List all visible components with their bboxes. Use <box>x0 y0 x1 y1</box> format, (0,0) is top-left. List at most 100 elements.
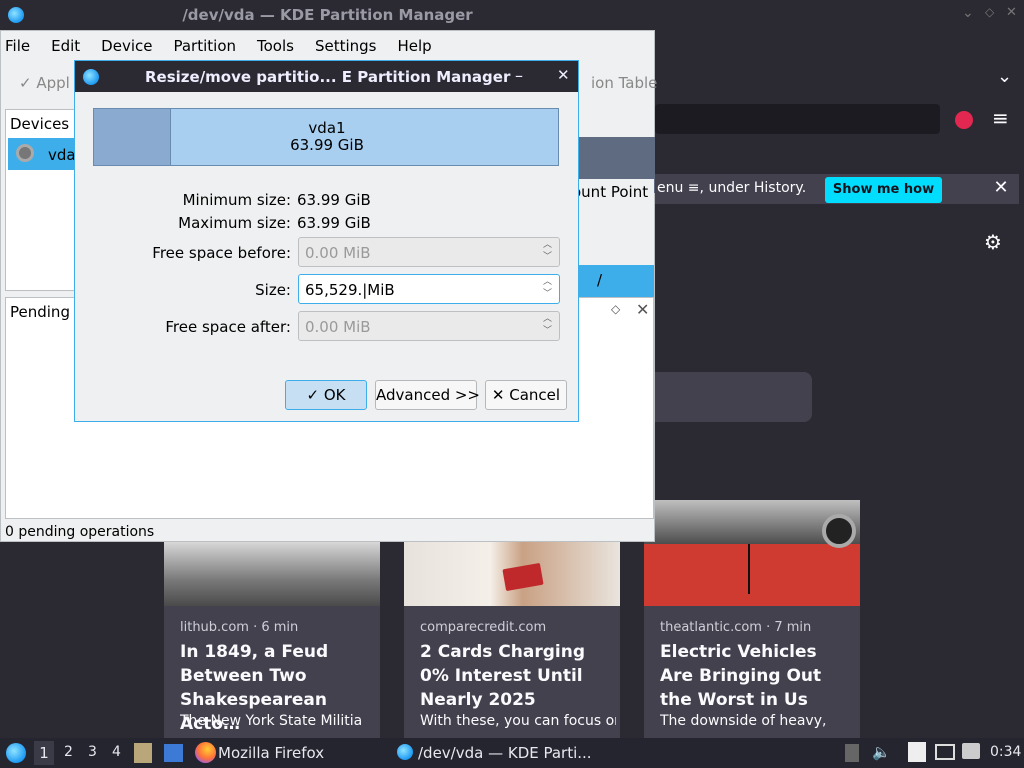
partition-size: 63.99 GiB <box>290 136 364 154</box>
story-card[interactable]: lithub.com · 6 min In 1849, a Feud Betwe… <box>164 540 380 740</box>
firefox-icon[interactable] <box>195 742 216 763</box>
hard-disk-icon <box>16 144 34 162</box>
desktop-2-button[interactable]: 2 <box>64 744 73 760</box>
list-all-tabs-icon[interactable]: ⌄ <box>997 66 1012 87</box>
desktop-3-button[interactable]: 3 <box>88 744 97 760</box>
card-image <box>164 540 380 606</box>
size-label: Size: <box>255 281 291 299</box>
devices-panel: Devices vda <box>5 109 80 291</box>
free-before-label: Free space before: <box>152 244 291 262</box>
window-title: /dev/vda — KDE Partition Manager <box>182 6 473 24</box>
free-before-spinbox[interactable]: 0.00 MiB ︿ ﹀ <box>298 237 560 267</box>
application-launcher-icon[interactable] <box>6 743 26 763</box>
card-source: comparecredit.com <box>420 620 547 635</box>
card-source: theatlantic.com · 7 min <box>660 620 812 635</box>
notification-text: enu ≡, under History. <box>657 180 807 196</box>
credit-card-shape <box>502 562 544 592</box>
min-size-value: 63.99 GiB <box>297 191 371 209</box>
card-image <box>644 500 860 606</box>
close-icon[interactable]: ✕ <box>636 300 649 319</box>
story-card[interactable]: comparecredit.com 2 Cards Charging 0% In… <box>404 540 620 740</box>
new-partition-table-button[interactable]: ion Table <box>591 74 657 92</box>
menu-edit[interactable]: Edit <box>51 37 80 55</box>
car-wheel-shape <box>822 514 856 548</box>
free-after-spinbox[interactable]: 0.00 MiB ︿ ﹀ <box>298 311 560 341</box>
float-icon[interactable]: ◇ <box>611 302 620 316</box>
gear-icon[interactable]: ⚙ <box>982 231 1004 253</box>
updates-icon[interactable] <box>962 743 980 759</box>
minimize-icon[interactable]: ⌄ <box>962 5 974 21</box>
card-image <box>404 540 620 606</box>
free-before-value: 0.00 MiB <box>305 244 371 262</box>
max-size-label: Maximum size: <box>178 214 291 232</box>
show-desktop-icon[interactable] <box>164 744 183 762</box>
min-size-label: Minimum size: <box>182 191 291 209</box>
max-size-value: 63.99 GiB <box>297 214 371 232</box>
card-title[interactable]: Electric Vehicles Are Bringing Out the W… <box>660 640 850 712</box>
network-icon[interactable] <box>935 744 955 760</box>
partitionmanager-icon[interactable] <box>397 744 413 760</box>
mount-point-value: / <box>597 271 603 289</box>
extension-icon[interactable] <box>955 111 973 129</box>
hamburger-menu-icon[interactable]: ≡ <box>992 106 1009 130</box>
card-description: The downside of heavy, <box>660 713 827 729</box>
resize-move-dialog: Resize/move partitio... E Partition Mana… <box>74 60 579 422</box>
close-icon[interactable]: ✕ <box>1006 5 1017 20</box>
firefox-card-blank <box>655 372 812 422</box>
menu-tools[interactable]: Tools <box>257 37 294 55</box>
size-spinbox[interactable]: 65,529.|MiB ︿ ﹀ <box>298 274 560 304</box>
file-manager-icon[interactable] <box>134 743 152 763</box>
free-after-value: 0.00 MiB <box>305 318 371 336</box>
maximize-icon[interactable]: ◇ <box>985 5 994 19</box>
volume-icon[interactable]: 🔈 <box>872 743 891 761</box>
partition-row[interactable]: / <box>577 265 654 297</box>
menu-bar: File Edit Device Partition Tools Settings Help <box>5 37 453 59</box>
menu-help[interactable]: Help <box>397 37 431 55</box>
column-header-label: ount Point <box>572 183 649 201</box>
close-icon[interactable]: ✕ <box>989 176 1013 200</box>
dialog-title: Resize/move partitio... E Partition Mana… <box>145 68 511 86</box>
taskbar-kpm-label[interactable]: /dev/vda — KDE Parti... <box>418 744 592 762</box>
partitionmanager-logo-icon <box>83 69 99 85</box>
partition-resizer-bar[interactable]: vda1 63.99 GiB <box>93 108 559 166</box>
clock[interactable]: 0:34 <box>990 744 1021 760</box>
firefox-notification-bar: enu ≡, under History. Show me how ✕ <box>655 174 1019 204</box>
device-item-vda[interactable]: vda <box>8 138 78 170</box>
story-card[interactable]: theatlantic.com · 7 min Electric Vehicle… <box>644 500 860 740</box>
card-source: lithub.com · 6 min <box>180 620 299 635</box>
kpm-titlebar: /dev/vda — KDE Partition Manager <box>0 0 655 30</box>
devices-label: Devices <box>10 115 70 133</box>
taskbar-firefox-label[interactable]: Mozilla Firefox <box>218 744 324 762</box>
apply-button[interactable]: ✓ Appl <box>19 74 70 92</box>
desktop-1-button[interactable]: 1 <box>34 741 54 765</box>
menu-file[interactable]: File <box>5 37 30 55</box>
card-description: The New York State Militia <box>180 713 363 729</box>
spin-arrows-icon[interactable]: ︿ ﹀ <box>543 276 552 300</box>
cancel-button[interactable]: ✕ Cancel <box>485 380 567 410</box>
free-after-label: Free space after: <box>165 318 291 336</box>
advanced-button[interactable]: Advanced >> <box>375 380 480 410</box>
close-icon[interactable]: ✕ <box>557 66 570 84</box>
menu-settings[interactable]: Settings <box>315 37 377 55</box>
tray-expand-icon[interactable] <box>845 744 859 762</box>
charging-cable-shape <box>748 544 750 594</box>
size-value: 65,529.|MiB <box>305 281 395 299</box>
desktop-4-button[interactable]: 4 <box>112 744 121 760</box>
ok-button[interactable]: ✓ OK <box>285 380 367 410</box>
card-title[interactable]: 2 Cards Charging 0% Interest Until Nearl… <box>420 640 610 712</box>
card-description: With these, you can focus on <box>420 713 616 729</box>
menu-device[interactable]: Device <box>101 37 152 55</box>
column-header-mount-point[interactable]: ount Point <box>572 179 654 215</box>
minimize-icon[interactable]: – <box>515 66 523 85</box>
show-me-how-button[interactable]: Show me how <box>825 177 942 203</box>
dialog-titlebar: Resize/move partitio... E Partition Mana… <box>75 61 578 92</box>
spin-arrows-icon[interactable]: ︿ ﹀ <box>543 239 552 263</box>
spin-arrows-icon[interactable]: ︿ ﹀ <box>543 313 552 337</box>
status-bar: 0 pending operations <box>5 524 155 540</box>
url-bar[interactable] <box>655 104 940 134</box>
partition-name: vda1 <box>308 119 346 137</box>
device-label: vda <box>48 146 76 164</box>
taskbar: 1 2 3 4 Mozilla Firefox /dev/vda — KDE P… <box>0 738 1024 768</box>
clipboard-icon[interactable] <box>908 742 926 762</box>
menu-partition[interactable]: Partition <box>173 37 236 55</box>
